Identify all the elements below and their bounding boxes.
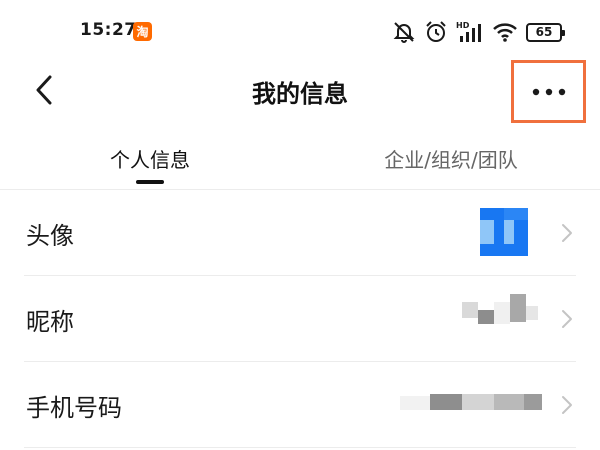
avatar — [480, 208, 528, 256]
info-list: 头像 昵称 手机号码 — [0, 190, 600, 448]
status-icons: HD 65 — [392, 20, 565, 44]
svg-text:HD: HD — [456, 21, 470, 30]
list-item-phone[interactable]: 手机号码 — [24, 362, 576, 448]
more-button[interactable] — [511, 60, 586, 123]
battery-icon: 65 — [526, 22, 565, 42]
alarm-icon — [424, 20, 448, 44]
row-label: 昵称 — [26, 308, 74, 336]
status-bar: 15:27 淘 HD 65 — [0, 0, 600, 66]
taobao-app-icon: 淘 — [133, 22, 152, 41]
row-label: 手机号码 — [26, 394, 122, 422]
hd-signal-icon: HD — [456, 20, 484, 44]
wifi-icon — [492, 20, 518, 44]
tab-active-indicator — [136, 180, 164, 184]
page-title: 我的信息 — [252, 80, 348, 108]
mute-icon — [392, 20, 416, 44]
list-item-avatar[interactable]: 头像 — [24, 190, 576, 276]
chevron-right-icon — [562, 310, 572, 328]
more-dots-icon — [532, 88, 565, 95]
list-item-nickname[interactable]: 昵称 — [24, 276, 576, 362]
nav-header: 我的信息 — [0, 60, 600, 123]
row-label: 头像 — [26, 222, 74, 250]
tab-personal-info[interactable]: 个人信息 — [105, 144, 195, 173]
status-time: 15:27 — [80, 20, 137, 40]
chevron-right-icon — [562, 396, 572, 414]
tab-enterprise[interactable]: 企业/组织/团队 — [372, 144, 530, 173]
tab-bar: 个人信息 企业/组织/团队 — [0, 138, 600, 190]
chevron-right-icon — [562, 224, 572, 242]
